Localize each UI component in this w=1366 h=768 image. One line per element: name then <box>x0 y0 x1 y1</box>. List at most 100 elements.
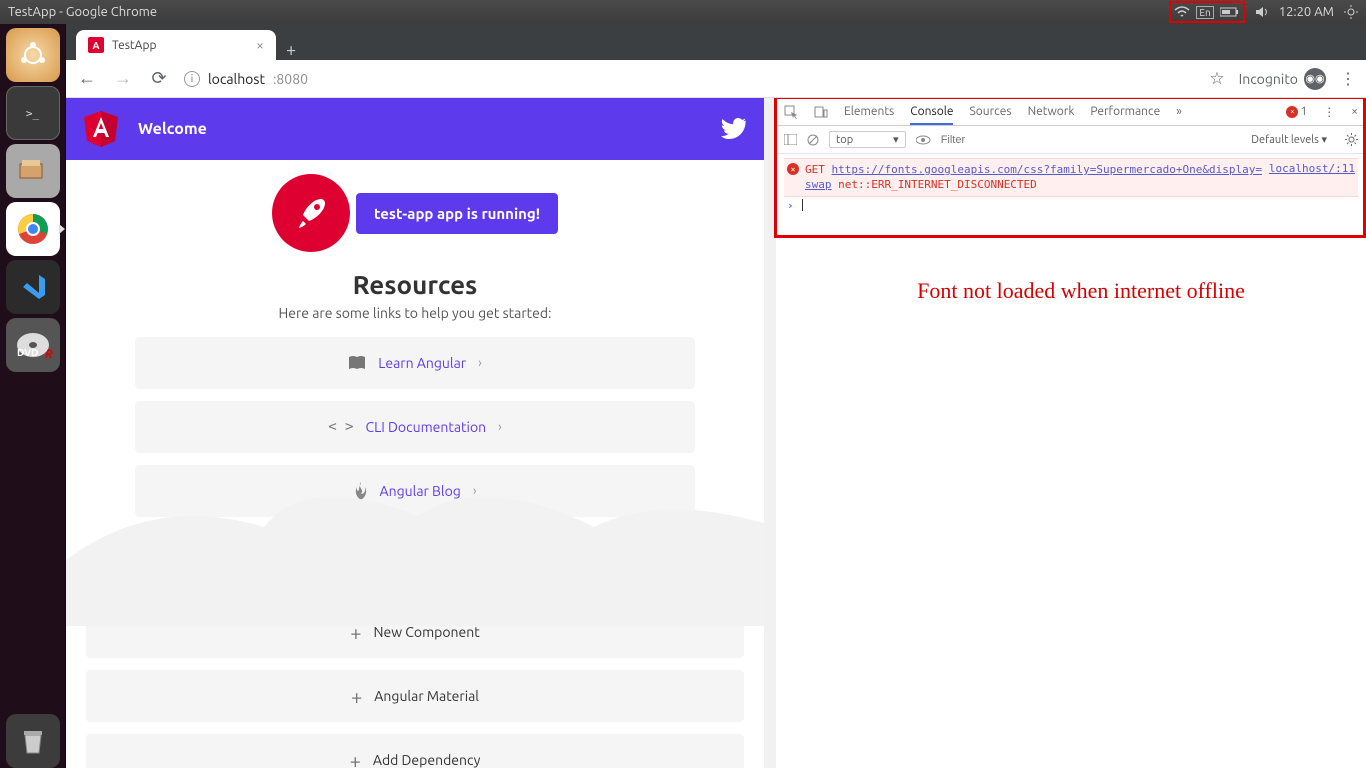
console-output: × GET https://fonts.googleapis.com/css?f… <box>776 154 1366 768</box>
error-dot-icon: × <box>1286 106 1298 118</box>
url-port: :8080 <box>273 71 308 87</box>
running-text: test-app app is running! <box>374 205 540 222</box>
flame-icon <box>354 482 368 500</box>
devtools-panel: Elements Console Sources Network Perform… <box>776 98 1366 768</box>
tab-strip: A TestApp × + <box>66 24 1366 60</box>
launcher-chrome[interactable] <box>6 202 60 256</box>
card-label: Angular Material <box>374 688 479 704</box>
unity-launcher: >_ DVD R <box>0 24 66 768</box>
console-filter-input[interactable] <box>941 134 1051 146</box>
console-toolbar: top▾ Default levels ▾ <box>776 126 1366 154</box>
reload-button[interactable]: ⟳ <box>148 68 170 89</box>
device-toggle-icon[interactable] <box>814 106 828 118</box>
window-title: TestApp - Google Chrome <box>8 5 157 19</box>
tab-network[interactable]: Network <box>1028 105 1075 118</box>
menu-icon[interactable]: ⋮ <box>1340 69 1356 88</box>
console-prompt[interactable]: › <box>784 197 1358 214</box>
card-learn-angular[interactable]: Learn Angular › <box>135 337 695 389</box>
annotation-caption: Font not loaded when internet offline <box>816 278 1346 304</box>
chevron-right-icon: › <box>478 356 482 370</box>
gear-icon[interactable] <box>1344 5 1358 19</box>
chrome-window: A TestApp × + ← → ⟳ i localhost :8080 ☆ I… <box>66 24 1366 768</box>
log-levels-selector[interactable]: Default levels ▾ <box>1251 133 1327 146</box>
forward-button: → <box>112 68 134 89</box>
book-icon <box>348 355 366 371</box>
devtools-tab-strip: Elements Console Sources Network Perform… <box>776 98 1366 126</box>
resources-subtitle: Here are some links to help you get star… <box>86 305 744 321</box>
url-field[interactable]: i localhost :8080 <box>184 71 1195 87</box>
site-info-icon[interactable]: i <box>184 71 200 87</box>
card-cli-docs[interactable]: < > CLI Documentation › <box>135 401 695 453</box>
launcher-trash[interactable] <box>6 714 60 768</box>
clock[interactable]: 12:20 AM <box>1279 5 1334 19</box>
plus-icon: + <box>351 685 362 708</box>
launcher-files[interactable] <box>6 144 60 198</box>
card-angular-material[interactable]: + Angular Material <box>86 670 744 722</box>
tab-console[interactable]: Console <box>910 105 953 125</box>
angular-logo-icon <box>84 111 118 147</box>
http-method: GET <box>805 163 825 176</box>
cursor <box>802 199 803 211</box>
tab-sources[interactable]: Sources <box>969 105 1011 118</box>
tab-title: TestApp <box>112 39 156 52</box>
sidebar-toggle-icon[interactable] <box>784 134 797 145</box>
plus-icon: + <box>350 749 361 768</box>
network-indicator-box: En <box>1169 1 1244 23</box>
browser-tab[interactable]: A TestApp × <box>76 30 276 60</box>
sound-icon[interactable] <box>1255 6 1269 18</box>
language-indicator[interactable]: En <box>1196 6 1213 19</box>
error-count: 1 <box>1300 105 1307 118</box>
inspect-icon[interactable] <box>784 105 798 119</box>
resources-heading: Resources <box>86 270 744 299</box>
error-count-badge[interactable]: × 1 <box>1286 105 1307 118</box>
more-tabs-icon[interactable]: » <box>1176 105 1182 118</box>
nextsteps-subtitle: What do you want to do next with your ap… <box>86 574 744 590</box>
card-label: Angular Blog <box>380 483 461 499</box>
card-new-component[interactable]: + New Component <box>86 606 744 658</box>
tab-performance[interactable]: Performance <box>1090 105 1160 118</box>
new-tab-button[interactable]: + <box>276 40 306 60</box>
incognito-icon: ◉◉ <box>1304 68 1326 90</box>
error-icon: × <box>787 163 799 175</box>
svg-text:DVD: DVD <box>17 347 38 358</box>
error-source-link[interactable]: localhost/:11 <box>1269 162 1355 175</box>
page-scrollbar[interactable] <box>764 98 776 768</box>
chevron-right-icon: › <box>498 420 502 434</box>
bookmark-star-icon[interactable]: ☆ <box>1209 69 1224 89</box>
back-button[interactable]: ← <box>76 68 98 89</box>
devtools-close-icon[interactable]: × <box>1351 105 1358 118</box>
incognito-indicator: Incognito ◉◉ <box>1239 68 1326 90</box>
battery-icon[interactable] <box>1220 7 1240 17</box>
page-viewport: Welcome test-app app is running! Resourc… <box>66 98 764 768</box>
clear-console-icon[interactable] <box>807 134 819 146</box>
header-title: Welcome <box>138 120 207 138</box>
launcher-disc[interactable]: DVD R <box>6 318 60 372</box>
plus-icon: + <box>350 621 361 644</box>
nextsteps-heading: Next Steps <box>86 539 744 568</box>
angular-header: Welcome <box>66 98 764 160</box>
url-host: localhost <box>208 71 265 87</box>
launcher-dash[interactable] <box>6 28 60 82</box>
close-icon[interactable]: × <box>256 37 264 53</box>
console-error-row[interactable]: × GET https://fonts.googleapis.com/css?f… <box>784 158 1358 197</box>
prompt-chevron-icon: › <box>787 199 794 212</box>
os-top-bar: TestApp - Google Chrome En 12:20 AM <box>0 0 1366 24</box>
wifi-icon[interactable] <box>1174 6 1190 18</box>
incognito-label: Incognito <box>1239 71 1298 87</box>
context-selector[interactable]: top▾ <box>829 131 906 148</box>
system-tray: En 12:20 AM <box>1169 1 1358 23</box>
card-label: Add Dependency <box>373 752 481 768</box>
card-angular-blog[interactable]: Angular Blog › <box>135 465 695 517</box>
live-expression-icon[interactable] <box>916 135 931 145</box>
tab-elements[interactable]: Elements <box>844 105 894 118</box>
devtools-menu-icon[interactable]: ⋮ <box>1323 105 1335 119</box>
twitter-icon[interactable] <box>720 118 746 140</box>
launcher-terminal[interactable]: >_ <box>6 86 60 140</box>
chevron-down-icon: ▾ <box>893 133 899 146</box>
svg-text:R: R <box>45 348 53 360</box>
launcher-vscode[interactable] <box>6 260 60 314</box>
card-add-dependency[interactable]: + Add Dependency <box>86 734 744 768</box>
running-banner: test-app app is running! <box>356 193 558 234</box>
console-settings-icon[interactable] <box>1345 133 1358 146</box>
chevron-right-icon: › <box>473 484 477 498</box>
